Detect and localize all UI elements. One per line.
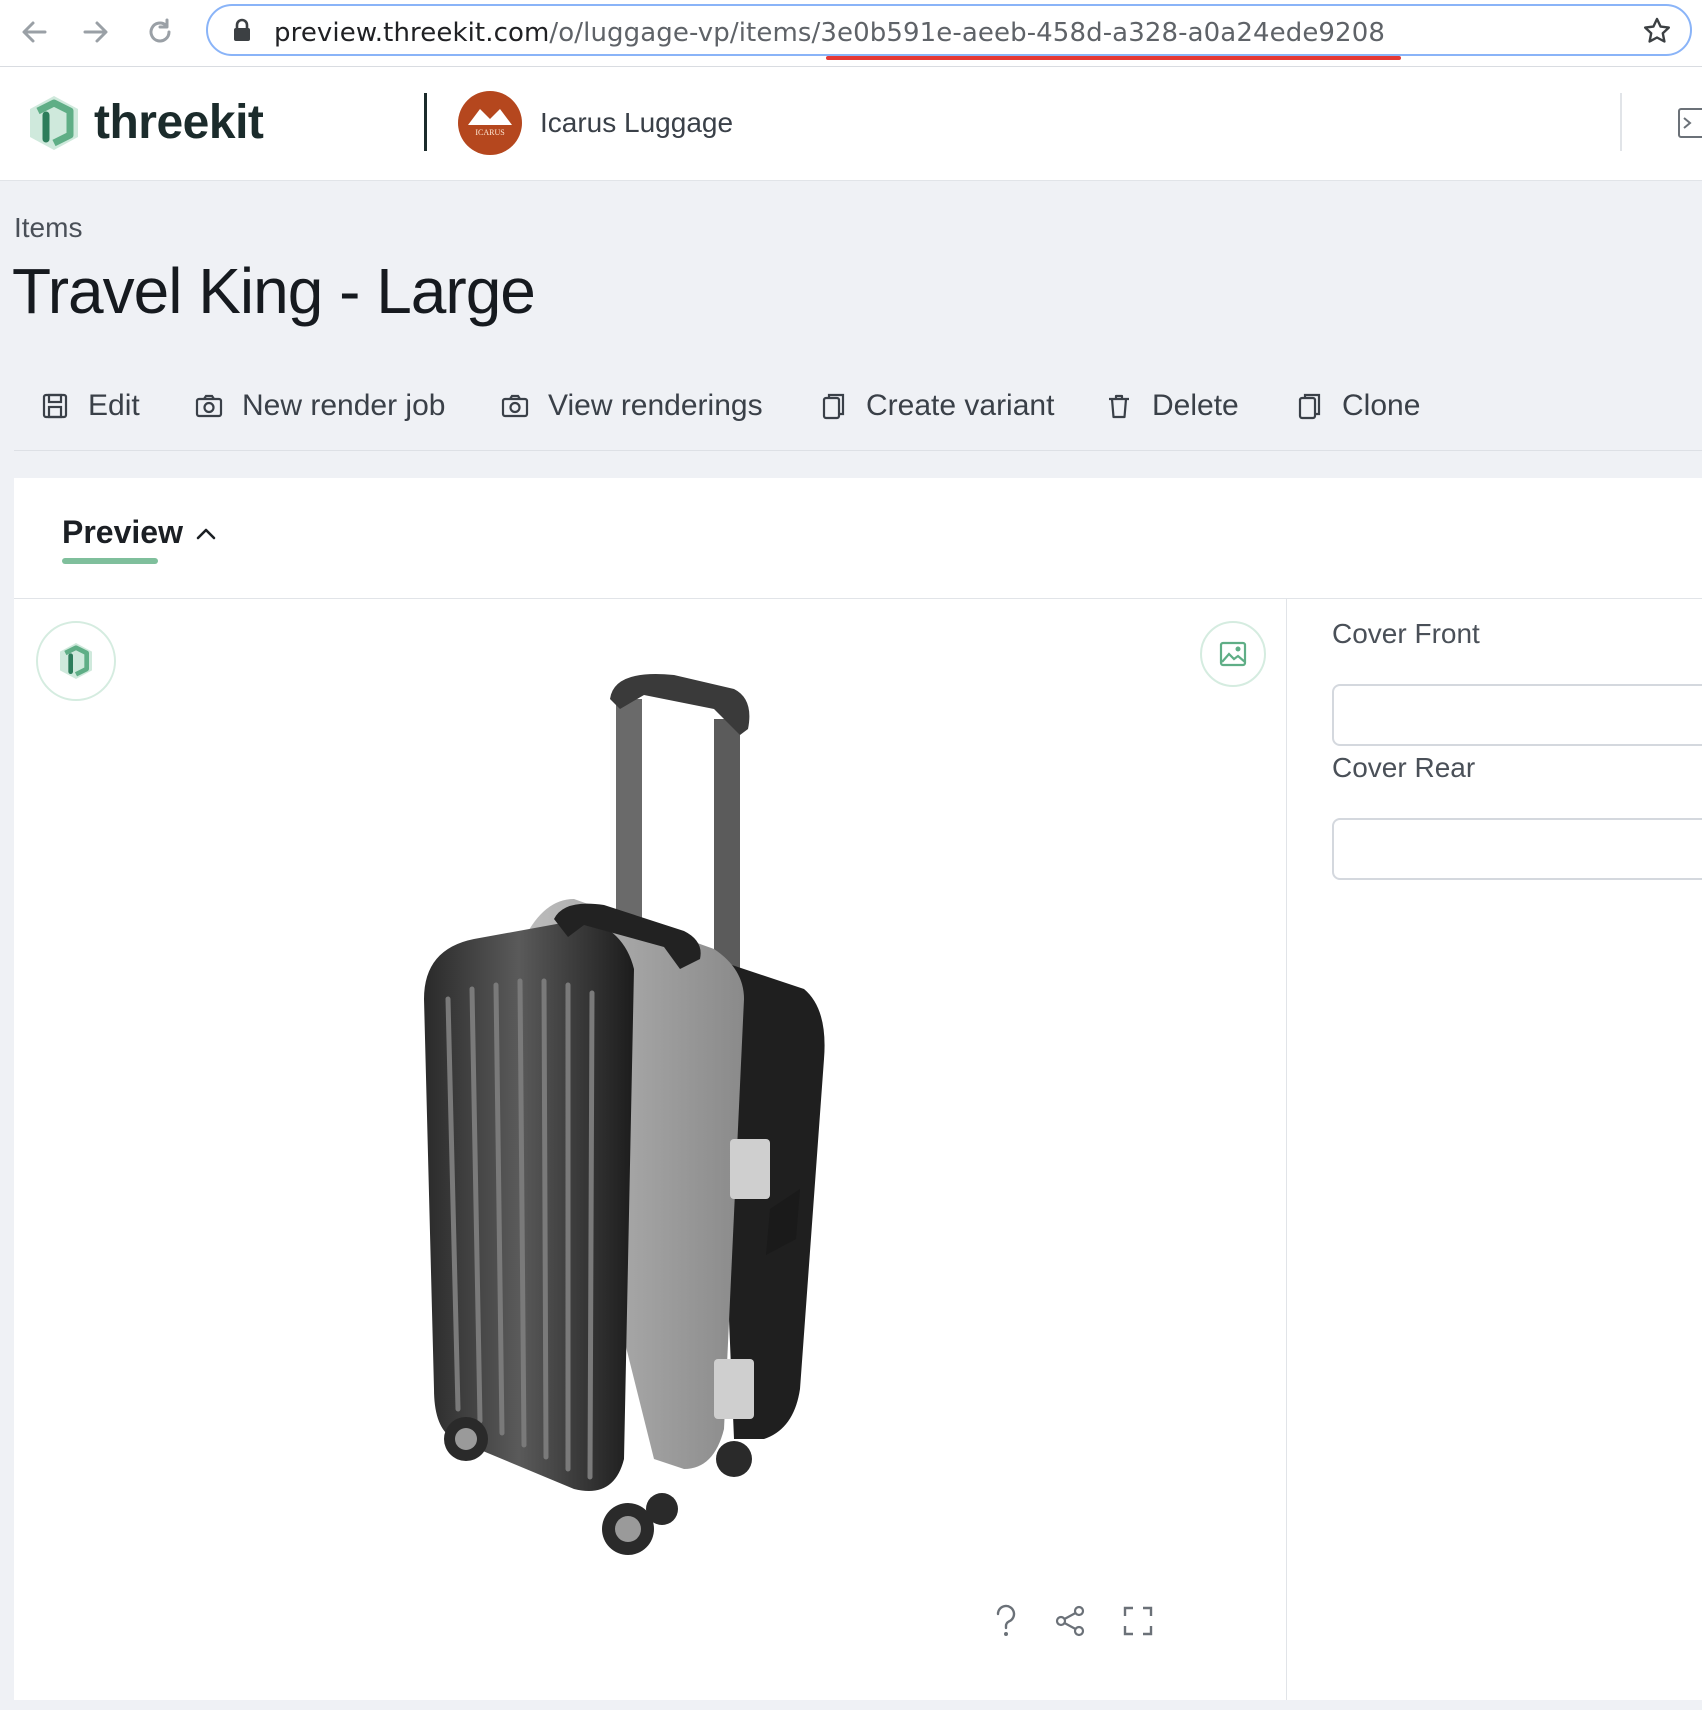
item-toolbar: Edit New render job View renderings Crea… bbox=[14, 378, 1702, 451]
header-divider-right bbox=[1620, 93, 1622, 151]
view-renderings-label: View renderings bbox=[548, 389, 763, 422]
trash-icon bbox=[1109, 394, 1129, 419]
delete-label: Delete bbox=[1152, 389, 1239, 422]
org-logo-icon: ICARUS bbox=[460, 93, 520, 153]
cover-front-label: Cover Front bbox=[1332, 618, 1480, 649]
back-arrow-icon bbox=[22, 21, 47, 43]
viewer-logo-badge bbox=[36, 621, 116, 701]
threekit-logo-icon[interactable] bbox=[26, 93, 82, 153]
header-divider bbox=[424, 93, 427, 151]
threekit-logo-icon bbox=[60, 643, 92, 679]
forward-arrow-icon bbox=[83, 21, 108, 43]
3d-viewer[interactable] bbox=[14, 599, 1287, 1700]
delete-button[interactable]: Delete bbox=[1104, 378, 1239, 434]
org-name[interactable]: Icarus Luggage bbox=[540, 107, 733, 139]
help-icon bbox=[996, 1604, 1016, 1636]
reload-button[interactable] bbox=[138, 10, 182, 54]
url-path: /o/luggage-vp/items/3e0b591e-aeeb-458d-a… bbox=[549, 18, 1385, 48]
share-button[interactable] bbox=[1050, 1601, 1090, 1641]
tab-bar: Preview bbox=[14, 478, 1702, 599]
org-avatar-text: ICARUS bbox=[475, 128, 504, 137]
fullscreen-icon bbox=[1123, 1606, 1153, 1636]
snapshot-button[interactable] bbox=[1200, 621, 1266, 687]
chevron-up-icon[interactable] bbox=[194, 522, 218, 546]
edit-label: Edit bbox=[88, 389, 140, 422]
forward-button[interactable] bbox=[74, 10, 118, 54]
back-button[interactable] bbox=[12, 10, 56, 54]
help-button[interactable] bbox=[986, 1601, 1026, 1641]
new-render-job-button[interactable]: New render job bbox=[194, 378, 445, 434]
reload-icon bbox=[149, 18, 171, 43]
app-header: threekit ICARUS Icarus Luggage bbox=[0, 67, 1702, 181]
cover-rear-input[interactable] bbox=[1332, 818, 1702, 880]
star-icon[interactable] bbox=[1642, 16, 1672, 46]
share-icon bbox=[1055, 1605, 1085, 1637]
cover-rear-label: Cover Rear bbox=[1332, 752, 1476, 783]
tab-active-indicator bbox=[62, 558, 158, 564]
org-avatar[interactable]: ICARUS bbox=[458, 91, 522, 155]
suitcase-3d-model[interactable] bbox=[414, 669, 934, 1589]
view-renderings-button[interactable]: View renderings bbox=[500, 378, 763, 434]
brand-name[interactable]: threekit bbox=[94, 95, 264, 150]
clone-button[interactable]: Clone bbox=[1294, 378, 1420, 434]
browser-toolbar: preview.threekit.com/o/luggage-vp/items/… bbox=[0, 0, 1702, 67]
fullscreen-button[interactable] bbox=[1118, 1601, 1158, 1641]
camera-icon bbox=[501, 394, 529, 418]
camera-icon bbox=[195, 394, 223, 418]
terminal-icon[interactable] bbox=[1678, 107, 1702, 139]
tab-preview[interactable]: Preview bbox=[62, 514, 183, 551]
create-variant-label: Create variant bbox=[866, 389, 1055, 422]
save-icon bbox=[42, 393, 68, 419]
preview-panel: Preview Cover Front Cover Rear bbox=[14, 478, 1702, 1700]
breadcrumb[interactable]: Items bbox=[14, 212, 82, 244]
url-text: preview.threekit.com/o/luggage-vp/items/… bbox=[274, 18, 1385, 48]
page-title: Travel King - Large bbox=[12, 255, 536, 327]
url-host: preview.threekit.com bbox=[274, 18, 550, 48]
copy-icon bbox=[822, 393, 845, 420]
url-annotation-underline bbox=[826, 56, 1401, 60]
image-icon bbox=[1219, 641, 1247, 667]
cover-front-input[interactable] bbox=[1332, 684, 1702, 746]
create-variant-button[interactable]: Create variant bbox=[818, 378, 1054, 434]
new-render-job-label: New render job bbox=[242, 389, 446, 422]
copy-icon bbox=[1298, 393, 1321, 420]
edit-button[interactable]: Edit bbox=[40, 378, 140, 434]
lock-icon bbox=[234, 18, 250, 41]
address-bar[interactable]: preview.threekit.com/o/luggage-vp/items/… bbox=[206, 4, 1692, 56]
clone-label: Clone bbox=[1342, 389, 1421, 422]
